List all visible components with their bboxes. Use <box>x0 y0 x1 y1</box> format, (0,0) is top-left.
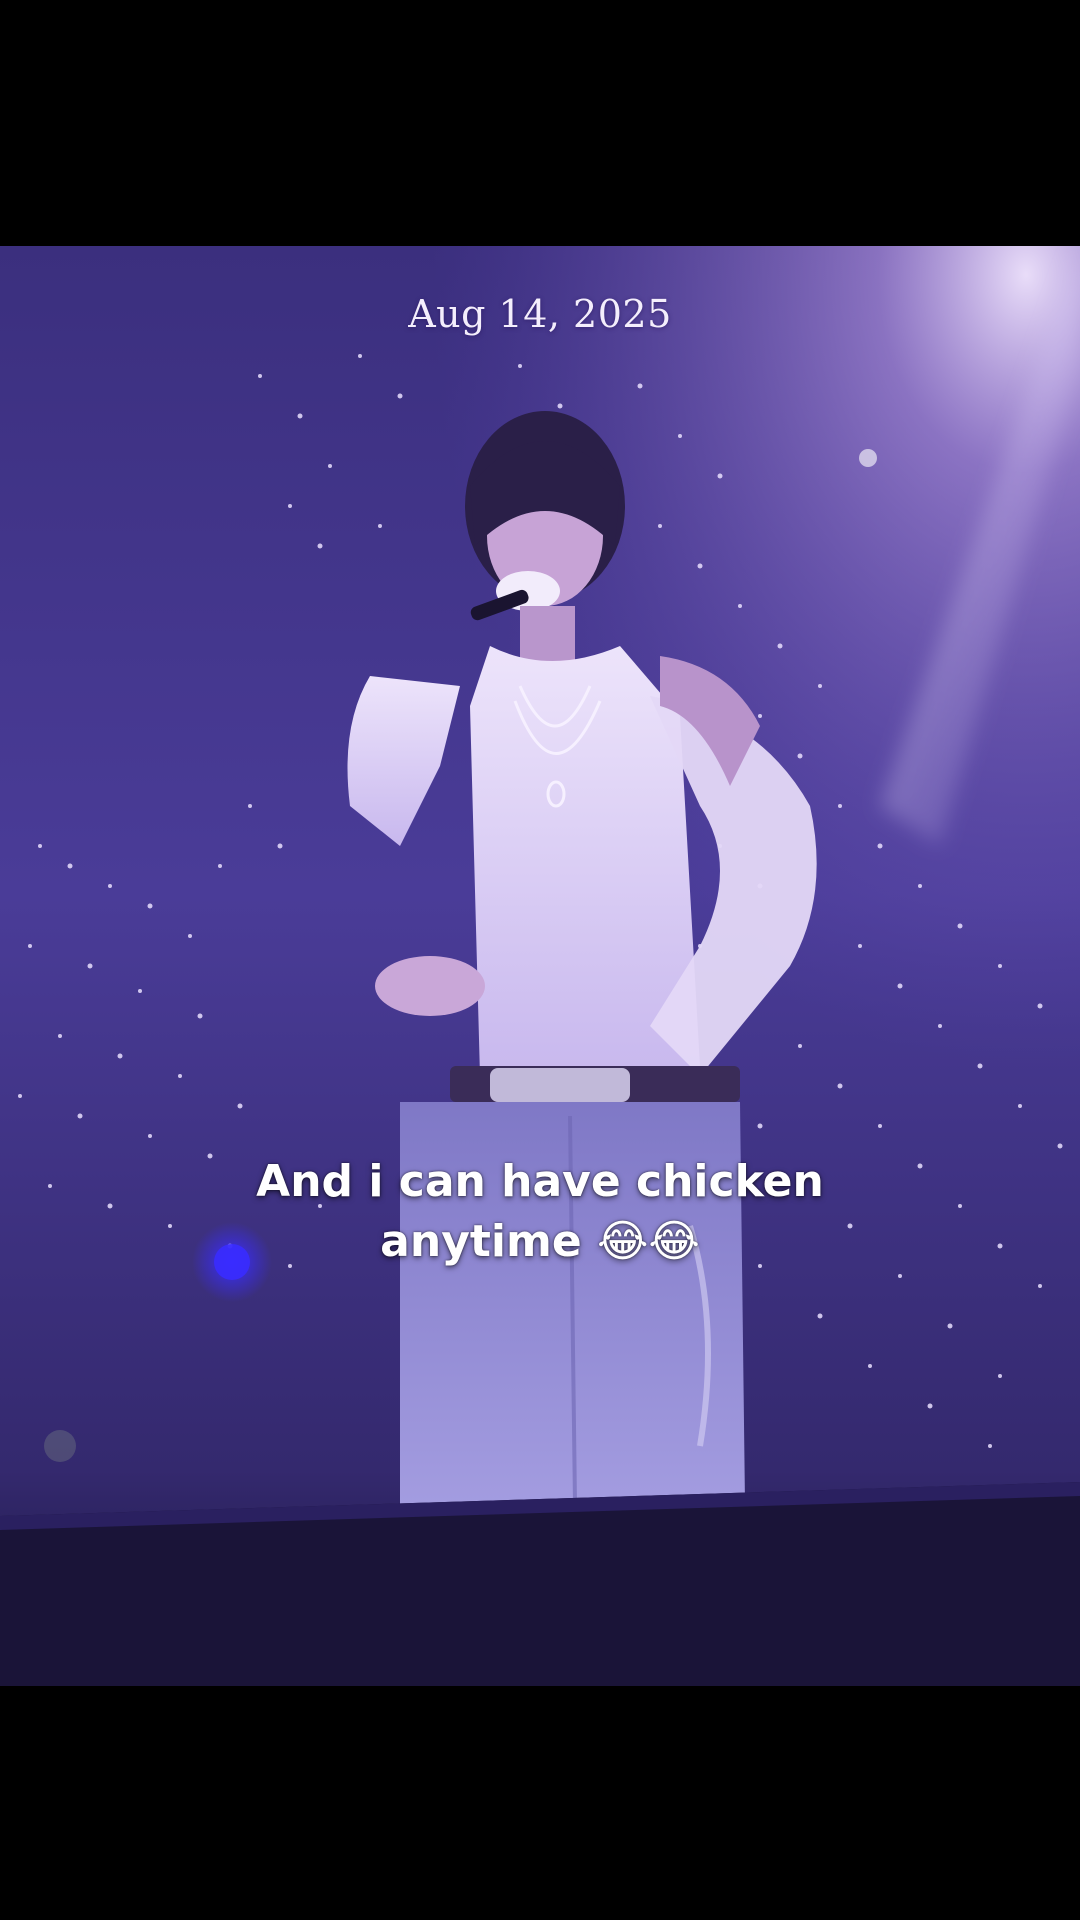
video-frame: Aug 14, 2025 And i can have chicken anyt… <box>0 0 1080 1920</box>
date-stamp: Aug 14, 2025 <box>408 292 672 336</box>
video-caption: And i can have chicken anytime 😂😂 <box>140 1152 940 1272</box>
caption-line-1: And i can have chicken <box>256 1156 824 1207</box>
concert-video <box>0 246 1080 1686</box>
concert-scene-image <box>0 246 1080 1686</box>
caption-line-2: anytime 😂😂 <box>380 1216 700 1267</box>
